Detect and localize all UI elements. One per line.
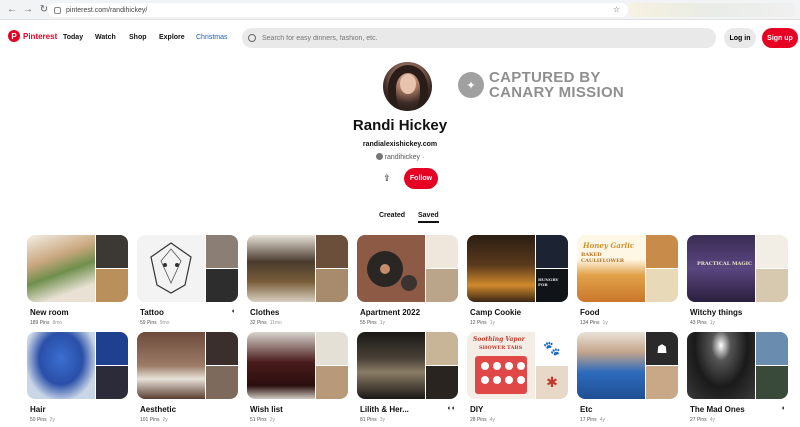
- board-card[interactable]: Aesthetic 101 Pins 2y: [137, 332, 238, 423]
- nav-explore[interactable]: Explore: [159, 34, 185, 41]
- board-cover: [247, 235, 348, 302]
- board-title: Clothes: [250, 308, 280, 317]
- board-card[interactable]: ☗ Etc 17 Pins 4y: [577, 332, 678, 423]
- share-icon[interactable]: ⇪: [381, 172, 393, 184]
- forward-icon[interactable]: →: [22, 4, 34, 16]
- nav-shop[interactable]: Shop: [129, 34, 147, 41]
- nav-today[interactable]: Today: [63, 34, 83, 41]
- board-card[interactable]: PRACTICAL MAGIC Witchy things 43 Pins 1y: [687, 235, 788, 326]
- handle-text: randihickey: [384, 154, 421, 161]
- profile-handle: randihickey ·: [0, 153, 800, 161]
- witchy-cover-text: PRACTICAL MAGIC: [697, 261, 752, 267]
- board-meta: 101 Pins 2y: [140, 417, 168, 423]
- board-meta: 55 Pins 1y: [360, 320, 385, 326]
- watermark: ✦ CAPTURED BY CANARY MISSION: [458, 70, 624, 100]
- browser-extensions-area: [630, 3, 795, 17]
- handle-suffix: ·: [422, 154, 425, 161]
- board-cover: [137, 235, 238, 302]
- board-cover: HUNGRY FOR: [467, 235, 568, 302]
- address-bar[interactable]: pinterest.com/randihickey/ ☆: [48, 3, 628, 17]
- search-bar[interactable]: [242, 28, 716, 48]
- board-title: Wish list: [250, 405, 283, 414]
- board-title: New room: [30, 308, 69, 317]
- board-cover: [357, 332, 458, 399]
- tab-created[interactable]: Created: [379, 212, 405, 219]
- back-icon[interactable]: ←: [6, 4, 18, 16]
- browser-toolbar: ← → ↻ pinterest.com/randihickey/ ☆: [0, 0, 800, 20]
- board-meta: 32 Pins 11mo: [250, 320, 282, 326]
- board-meta: 28 Pins 4y: [470, 417, 495, 423]
- board-card[interactable]: Apartment 2022 55 Pins 1y: [357, 235, 458, 326]
- board-meta: 59 Pins 9mo: [140, 320, 170, 326]
- board-title: Witchy things: [690, 308, 743, 317]
- board-title: Aesthetic: [140, 405, 177, 414]
- search-input[interactable]: [262, 34, 662, 42]
- site-info-icon[interactable]: [54, 6, 61, 14]
- board-card[interactable]: Hair 50 Pins 2y: [27, 332, 128, 423]
- board-card[interactable]: Tattoo 59 Pins 9mo ◐: [137, 235, 238, 326]
- login-button[interactable]: Log in: [724, 28, 756, 48]
- board-card[interactable]: Wish list 51 Pins 2y: [247, 332, 348, 423]
- board-cover: [137, 332, 238, 399]
- board-cover: [27, 235, 128, 302]
- tab-saved[interactable]: Saved: [418, 212, 439, 223]
- board-cover: [247, 332, 348, 399]
- pinterest-logo-icon: P: [8, 30, 20, 42]
- follow-button[interactable]: Follow: [404, 168, 438, 189]
- board-cover: Honey Garlic BAKED CAULIFLOWER: [577, 235, 678, 302]
- canary-seal-icon: ✦: [458, 72, 484, 98]
- food-cover-line2: BAKED CAULIFLOWER: [581, 252, 625, 264]
- board-title: Camp Cookie: [470, 308, 522, 317]
- collaborator-avatars-icon: ◐: [231, 308, 236, 315]
- search-icon: [248, 34, 256, 42]
- board-meta: 189 Pins 8mo: [30, 320, 63, 326]
- logo-text: Pinterest: [23, 31, 58, 41]
- watermark-line2: CANARY MISSION: [489, 84, 625, 101]
- board-card[interactable]: The Mad Ones 27 Pins 4y ◐: [687, 332, 788, 423]
- profile-avatar: [383, 62, 432, 111]
- camp-cover-text: HUNGRY FOR: [538, 277, 559, 287]
- board-cover: [687, 332, 788, 399]
- board-card[interactable]: Lilith & Her... 81 Pins 3y ◐◐: [357, 332, 458, 423]
- pinterest-small-icon: [375, 153, 383, 160]
- board-meta: 50 Pins 2y: [30, 417, 55, 423]
- board-meta: 51 Pins 2y: [250, 417, 275, 423]
- board-card[interactable]: Honey Garlic BAKED CAULIFLOWER Food 134 …: [577, 235, 678, 326]
- pinterest-logo[interactable]: P Pinterest: [8, 30, 57, 42]
- nav-christmas[interactable]: Christmas: [196, 34, 228, 41]
- board-card[interactable]: HUNGRY FOR Camp Cookie 12 Pins 1y: [467, 235, 568, 326]
- board-title: Tattoo: [140, 308, 164, 317]
- board-title: DIY: [470, 405, 484, 414]
- watermark-line1: CAPTURED BY: [489, 69, 601, 86]
- address-url: pinterest.com/randihickey/: [66, 6, 148, 14]
- profile-name: Randi Hickey: [352, 117, 448, 134]
- board-meta: 12 Pins 1y: [470, 320, 495, 326]
- board-cover: ☗: [577, 332, 678, 399]
- board-title: The Mad Ones: [690, 405, 745, 414]
- collaborator-avatars-icon: ◐: [781, 405, 786, 412]
- bookmark-star-icon[interactable]: ☆: [613, 5, 620, 14]
- board-card[interactable]: New room 189 Pins 8mo: [27, 235, 128, 326]
- board-meta: 27 Pins 4y: [690, 417, 715, 423]
- board-title: Etc: [580, 405, 593, 414]
- board-card[interactable]: Clothes 32 Pins 11mo: [247, 235, 348, 326]
- board-cover: [27, 332, 128, 399]
- board-title: Hair: [30, 405, 46, 414]
- board-meta: 81 Pins 3y: [360, 417, 385, 423]
- board-title: Food: [580, 308, 600, 317]
- board-meta: 43 Pins 1y: [690, 320, 715, 326]
- board-meta: 134 Pins 1y: [580, 320, 608, 326]
- board-cover: Soothing Vapor SHOWER TABS 🐾 ✱: [467, 332, 568, 399]
- board-title: Apartment 2022: [360, 308, 421, 317]
- nav-watch[interactable]: Watch: [95, 34, 116, 41]
- board-title: Lilith & Her...: [360, 405, 409, 414]
- collaborator-avatars-icon: ◐◐: [447, 405, 456, 412]
- profile-website-link[interactable]: randialexishickey.com: [0, 141, 800, 148]
- board-cover: [357, 235, 458, 302]
- board-card[interactable]: Soothing Vapor SHOWER TABS 🐾 ✱ DIY 28 Pin…: [467, 332, 568, 423]
- signup-button[interactable]: Sign up: [762, 28, 798, 48]
- food-cover-line1: Honey Garlic: [583, 241, 635, 250]
- board-meta: 17 Pins 4y: [580, 417, 605, 423]
- board-cover: PRACTICAL MAGIC: [687, 235, 788, 302]
